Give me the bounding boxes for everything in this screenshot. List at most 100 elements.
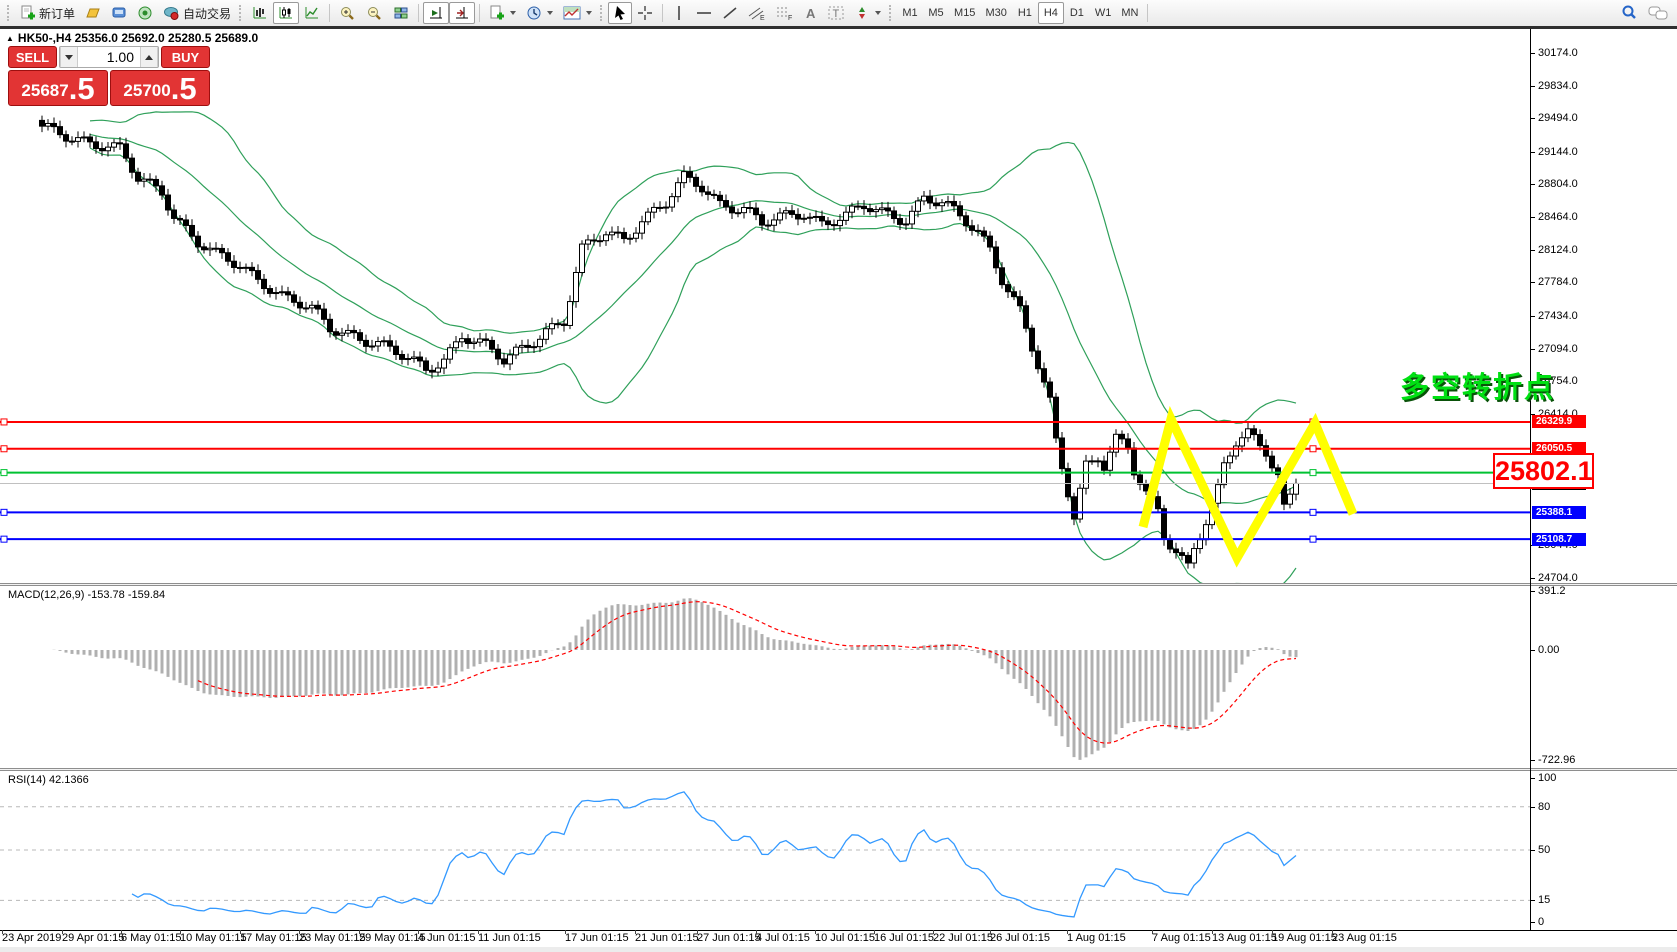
chart-shift-icon: [454, 5, 470, 21]
autotrade-button[interactable]: 自动交易: [158, 2, 236, 24]
macd-tick-mark: [1530, 760, 1535, 761]
bar-chart-button[interactable]: [247, 2, 273, 24]
horizontal-line-objects[interactable]: [0, 419, 1530, 542]
price-tick-mark: [1530, 184, 1535, 185]
time-axis-label: 23 Aug 01:15: [1332, 932, 1397, 944]
search-button[interactable]: [1615, 2, 1643, 24]
auto-scroll-button[interactable]: [423, 2, 449, 24]
buy-price-frac: .5: [171, 73, 197, 104]
trendline-button[interactable]: [717, 2, 743, 24]
line-anchor[interactable]: [1310, 536, 1316, 542]
time-axis-label: 21 Jun 01:15: [635, 932, 699, 944]
horizontal-line-icon: [696, 5, 712, 21]
timeframe-h4-button[interactable]: H4: [1038, 2, 1064, 24]
line-anchor[interactable]: [1, 536, 7, 542]
time-axis-label: 27 Jun 01:15: [697, 932, 761, 944]
line-anchor[interactable]: [1310, 509, 1316, 515]
volume-input[interactable]: [78, 47, 140, 67]
collapse-arrow-icon[interactable]: ▲: [6, 34, 14, 43]
timeframe-m30-button[interactable]: M30: [980, 2, 1011, 24]
macd-canvas[interactable]: [0, 586, 1677, 768]
price-tick-mark: [1530, 217, 1535, 218]
macd-histogram: [54, 598, 1296, 760]
time-axis-label: 23 May 01:15: [299, 932, 366, 944]
sell-button[interactable]: SELL: [8, 46, 57, 68]
rsi-canvas[interactable]: [0, 771, 1677, 930]
timeframe-m1-button[interactable]: M1: [897, 2, 923, 24]
autotrade-icon: [163, 5, 180, 21]
crosshair-button[interactable]: [632, 2, 658, 24]
volume-decrease-button[interactable]: [60, 47, 78, 67]
profiles-button[interactable]: [80, 2, 106, 24]
timeframe-m5-button[interactable]: M5: [923, 2, 949, 24]
zoom-in-icon: [339, 5, 356, 22]
fibonacci-icon: F: [776, 5, 794, 21]
toolbar-separator: [662, 4, 663, 22]
macd-tick-mark: [1530, 650, 1535, 651]
sell-price-button[interactable]: 25687.5: [8, 70, 108, 106]
text-label-button[interactable]: T: [823, 2, 849, 24]
line-anchor[interactable]: [1310, 446, 1316, 452]
indicators-button[interactable]: [558, 2, 597, 24]
macd-tick-mark: [1530, 591, 1535, 592]
fibonacci-button[interactable]: F: [771, 2, 799, 24]
channel-button[interactable]: E: [743, 2, 771, 24]
price-tick-mark: [1530, 316, 1535, 317]
rsi-tick-mark: [1530, 807, 1535, 808]
price-tick-label: 24704.0: [1538, 572, 1578, 584]
crosshair-icon: [637, 5, 653, 21]
autotrade-label: 自动交易: [183, 5, 231, 22]
chart-title-text: HK50-,H4 25356.0 25692.0 25280.5 25689.0: [18, 31, 258, 45]
time-axis-label: 19 Aug 01:15: [1272, 932, 1337, 944]
rsi-tick-mark: [1530, 922, 1535, 923]
new-order-button[interactable]: 新订单: [15, 2, 80, 24]
svg-text:T: T: [833, 8, 840, 20]
price-tick-label: 27094.0: [1538, 343, 1578, 355]
arrows-button[interactable]: [849, 2, 886, 24]
vertical-line-button[interactable]: [667, 2, 691, 24]
periodicity-button[interactable]: [521, 2, 558, 24]
price-tick-label: 30174.0: [1538, 47, 1578, 59]
chat-button[interactable]: [1643, 2, 1673, 24]
rsi-line: [132, 792, 1296, 917]
terminal-button[interactable]: [106, 2, 132, 24]
volume-increase-button[interactable]: [140, 47, 158, 67]
line-anchor[interactable]: [1, 419, 7, 425]
timeframe-d1-button[interactable]: D1: [1064, 2, 1090, 24]
zoom-out-button[interactable]: [361, 2, 388, 24]
timeframe-w1-button[interactable]: W1: [1090, 2, 1117, 24]
rsi-indicator-label: RSI(14) 42.1366: [8, 774, 89, 786]
price-callout-box[interactable]: 25802.1: [1493, 453, 1594, 489]
text-button[interactable]: A: [799, 2, 823, 24]
tile-windows-button[interactable]: [388, 2, 414, 24]
buy-button[interactable]: BUY: [161, 46, 210, 68]
zoom-in-button[interactable]: [334, 2, 361, 24]
candles: [40, 116, 1299, 569]
cursor-button[interactable]: [608, 2, 632, 24]
line-anchor[interactable]: [1310, 470, 1316, 476]
price-tick-label: 28124.0: [1538, 244, 1578, 256]
sell-price-main: 25687: [21, 78, 68, 104]
price-tick-label: 29834.0: [1538, 80, 1578, 92]
macd-tick-label: 0.00: [1538, 644, 1559, 656]
line-anchor[interactable]: [1, 446, 7, 452]
strategy-tester-icon: [137, 5, 153, 21]
line-chart-button[interactable]: [299, 2, 325, 24]
candlestick-chart-button[interactable]: [273, 2, 299, 24]
bar-chart-icon: [252, 5, 268, 21]
horizontal-line-button[interactable]: [691, 2, 717, 24]
time-axis-label: 29 May 01:15: [359, 932, 426, 944]
chart-shift-button[interactable]: [449, 2, 475, 24]
line-anchor[interactable]: [1, 470, 7, 476]
timeframe-mn-button[interactable]: MN: [1116, 2, 1143, 24]
toolbar-separator: [479, 4, 480, 22]
trend-annotation-text[interactable]: 多空转折点: [1400, 364, 1555, 406]
buy-price-button[interactable]: 25700.5: [110, 70, 210, 106]
rsi-tick-label: 15: [1538, 894, 1550, 906]
timeframe-m15-button[interactable]: M15: [949, 2, 980, 24]
timeframe-h1-button[interactable]: H1: [1012, 2, 1038, 24]
line-anchor[interactable]: [1, 509, 7, 515]
new-chart-button[interactable]: [484, 2, 521, 24]
strategy-tester-button[interactable]: [132, 2, 158, 24]
main-chart-canvas[interactable]: [0, 29, 1677, 583]
